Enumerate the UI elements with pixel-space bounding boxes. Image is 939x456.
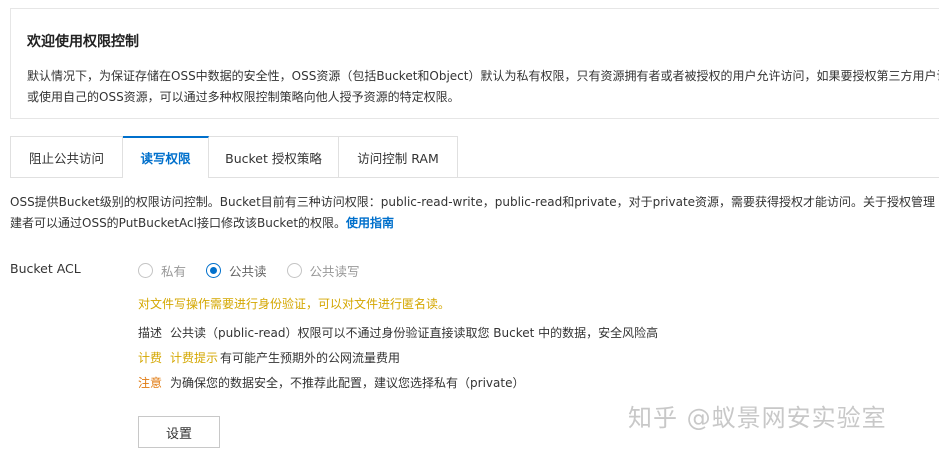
note-key: 注意 xyxy=(138,376,163,390)
active-tab-underline-cover xyxy=(123,177,208,178)
welcome-panel: 欢迎使用权限控制 默认情况下，为保证存储在OSS中数据的安全性，OSS资源（包括… xyxy=(10,8,939,119)
note-row: 注意 为确保您的数据安全，不推荐此配置，建议您选择私有（private） xyxy=(138,374,524,391)
intro-line-1: OSS提供Bucket级别的权限访问控制。Bucket目前有三种访问权限：pub… xyxy=(10,195,936,209)
welcome-description: 默认情况下，为保证存储在OSS中数据的安全性，OSS资源（包括Bucket和Ob… xyxy=(27,69,939,104)
description-value: 公共读（public-read）权限可以不通过身份验证直接读取您 Bucket … xyxy=(170,326,659,340)
watermark-text: 知乎 @蚁景网安实验室 xyxy=(628,404,887,432)
radio-private-label: 私有 xyxy=(161,264,187,279)
description-row: 描述 公共读（public-read）权限可以不通过身份验证直接读取您 Bucke… xyxy=(138,324,658,341)
bucket-acl-label: Bucket ACL xyxy=(10,261,81,276)
note-value: 为确保您的数据安全，不推荐此配置，建议您选择私有（private） xyxy=(170,376,525,390)
billing-row: 计费 计费提示 有可能产生预期外的公网流量费用 xyxy=(138,349,400,366)
radio-public-read-label: 公共读 xyxy=(229,264,267,279)
radio-public-read-write-label: 公共读写 xyxy=(309,264,360,279)
description-key: 描述 xyxy=(138,326,163,340)
billing-hint: 计费提示 xyxy=(170,351,219,365)
billing-key: 计费 xyxy=(138,351,163,365)
radio-public-read-write[interactable]: 公共读写 xyxy=(286,261,360,280)
tab-read-write-permission[interactable]: 读写权限 xyxy=(123,136,209,178)
welcome-title: 欢迎使用权限控制 xyxy=(27,34,139,50)
radio-public-read[interactable]: 公共读 xyxy=(206,261,267,280)
billing-value: 有可能产生预期外的公网流量费用 xyxy=(220,351,401,365)
tab-bucket-policy[interactable]: Bucket 授权策略 xyxy=(209,136,339,178)
intro-line-2-text: 建者可以通过OSS的PutBucketAcl接口修改该Bucket的权限。 xyxy=(10,216,347,230)
radio-private-circle[interactable] xyxy=(138,263,153,278)
usage-guide-link[interactable]: 使用指南 xyxy=(346,216,394,230)
intro-text: OSS提供Bucket级别的权限访问控制。Bucket目前有三种访问权限：pub… xyxy=(10,192,939,234)
acl-radio-group: 私有 公共读 公共读写 xyxy=(138,261,380,280)
tab-block-public-access[interactable]: 阻止公共访问 xyxy=(10,136,123,178)
intro-line-2: 建者可以通过OSS的PutBucketAcl接口修改该Bucket的权限。使用指… xyxy=(10,213,939,234)
tab-ram-access-control[interactable]: 访问控制 RAM xyxy=(339,136,458,178)
radio-public-read-write-circle[interactable] xyxy=(286,263,302,278)
save-settings-button[interactable]: 设置 xyxy=(138,416,220,448)
radio-private[interactable]: 私有 xyxy=(138,261,186,280)
radio-public-read-circle[interactable] xyxy=(206,263,222,278)
acl-warning-text: 对文件写操作需要进行身份验证，可以对文件进行匿名读。 xyxy=(138,297,451,311)
tab-bar: 阻止公共访问 读写权限 Bucket 授权策略 访问控制 RAM xyxy=(10,136,458,178)
